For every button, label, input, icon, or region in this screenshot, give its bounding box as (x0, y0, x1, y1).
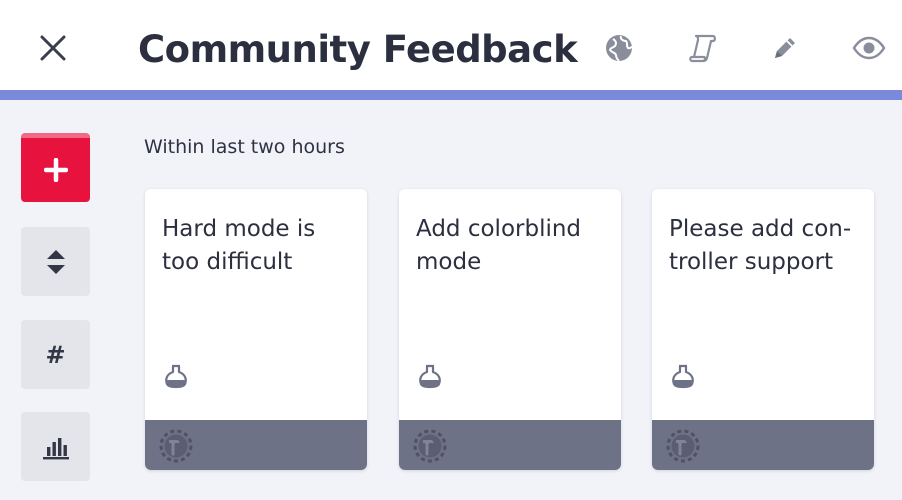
card-title: Please add con-troller support (669, 216, 852, 275)
feedback-card[interactable]: Add colorblind mode (399, 189, 621, 470)
hammer-gear-icon (159, 429, 193, 463)
flask-icon (672, 364, 694, 389)
flask-icon (165, 364, 187, 389)
app-header: Community Feedback (0, 0, 902, 100)
flask-icon (419, 364, 441, 389)
card-footer (399, 420, 621, 470)
globe-icon (606, 35, 633, 62)
globe-button[interactable] (601, 30, 637, 66)
add-feedback-button[interactable] (21, 133, 90, 202)
stats-button[interactable] (21, 412, 90, 481)
sort-button[interactable] (21, 227, 90, 296)
card-title: Hard mode is too difficult (162, 216, 316, 275)
plus-icon (43, 158, 68, 182)
hammer-gear-icon (413, 429, 447, 463)
view-button[interactable] (851, 30, 887, 66)
edit-button[interactable] (767, 30, 803, 66)
card-title: Add colorblind mode (416, 216, 582, 275)
feedback-card[interactable]: Hard mode is too difficult (145, 189, 367, 470)
hashtag-button[interactable]: # (21, 320, 90, 389)
card-footer (652, 420, 874, 470)
hash-icon: # (45, 340, 66, 369)
section-label: Within last two hours (144, 136, 345, 158)
hammer-gear-icon (666, 429, 700, 463)
bar-chart-icon (42, 437, 69, 459)
page-title: Community Feedback (138, 28, 578, 71)
scroll-button[interactable] (685, 30, 721, 66)
feedback-card[interactable]: Please add con-troller support (652, 189, 874, 470)
sort-icon (46, 249, 65, 274)
close-icon (40, 35, 66, 61)
card-footer (145, 420, 367, 470)
scroll-icon (689, 34, 716, 63)
close-button[interactable] (30, 25, 76, 71)
eye-icon (852, 36, 886, 60)
pencil-icon (775, 38, 795, 58)
